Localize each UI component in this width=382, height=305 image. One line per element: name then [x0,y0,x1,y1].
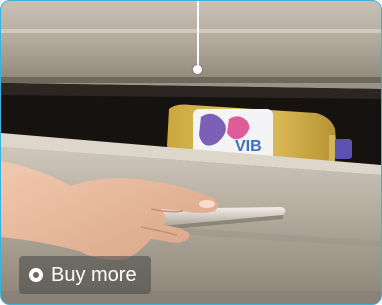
buy-more-label: Buy more [51,264,137,286]
buy-more-button[interactable]: Buy more [19,256,151,294]
svg-text:VIB: VIB [235,138,262,155]
radio-circle-icon [29,268,43,282]
callout-line [197,1,199,67]
photo-frame: VIB Buy more [0,0,382,305]
callout-marker[interactable] [193,65,202,74]
